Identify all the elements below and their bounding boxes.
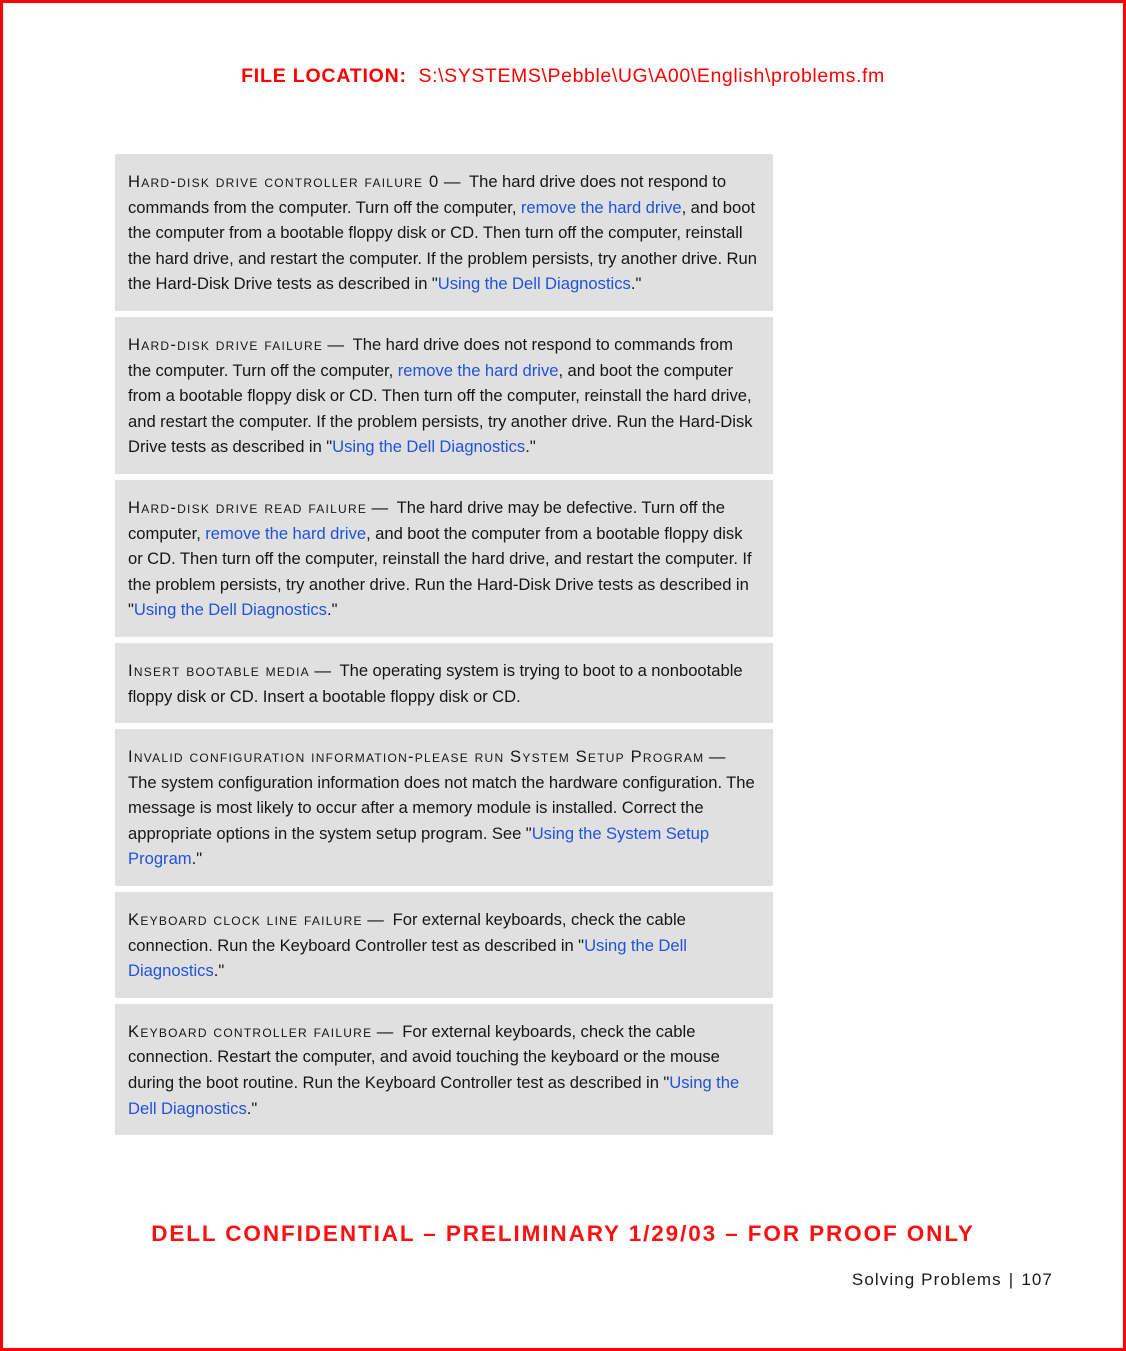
em-dash-separator: —	[443, 172, 461, 191]
error-message-term: Hard-disk drive read failure	[128, 497, 368, 517]
footer-page-number: 107	[1021, 1270, 1053, 1289]
error-message-block: Hard-disk drive read failure — The hard …	[115, 479, 773, 637]
footer-chapter-name: Solving Problems	[851, 1270, 1002, 1289]
cross-reference-link[interactable]: Using the Dell Diagnostics	[134, 600, 327, 619]
cross-reference-link[interactable]: remove the hard drive	[398, 361, 559, 380]
error-message-text: Hard-disk drive read failure — The hard …	[128, 495, 760, 623]
file-location-label: FILE LOCATION:	[241, 65, 407, 87]
message-body-text: ."	[326, 600, 338, 620]
cross-reference-link[interactable]: remove the hard drive	[521, 198, 682, 217]
file-location-header: FILE LOCATION: S:\SYSTEMS\Pebble\UG\A00\…	[3, 65, 1123, 88]
error-message-text: Invalid configuration information-please…	[128, 744, 760, 872]
error-message-term: Keyboard clock line failure	[128, 910, 363, 930]
error-message-list: Hard-disk drive controller failure 0 — T…	[115, 154, 773, 1141]
error-message-text: Hard-disk drive controller failure 0 — T…	[128, 169, 760, 297]
confidential-notice: DELL CONFIDENTIAL – PRELIMINARY 1/29/03 …	[151, 1221, 975, 1246]
file-location-path: S:\SYSTEMS\Pebble\UG\A00\English\problem…	[418, 65, 885, 87]
cross-reference-link[interactable]: remove the hard drive	[205, 524, 366, 543]
error-message-term: Invalid configuration information-please…	[128, 747, 705, 767]
footer-separator: |	[1008, 1270, 1015, 1289]
error-message-term: Keyboard controller failure	[128, 1021, 373, 1041]
em-dash-separator: —	[314, 660, 331, 680]
em-dash-separator: —	[327, 334, 345, 354]
error-message-term: Hard-disk drive failure	[128, 334, 324, 354]
error-message-text: Keyboard clock line failure — For extern…	[128, 907, 760, 984]
error-message-block: Keyboard clock line failure — For extern…	[115, 892, 773, 998]
error-message-text: Hard-disk drive failure — The hard drive…	[128, 332, 760, 460]
message-body-text: ."	[191, 849, 203, 869]
error-message-block: Invalid configuration information-please…	[115, 729, 773, 887]
error-message-block: Keyboard controller failure — For extern…	[115, 1003, 773, 1136]
error-message-text: Insert bootable media — The operating sy…	[128, 658, 760, 709]
document-page: FILE LOCATION: S:\SYSTEMS\Pebble\UG\A00\…	[0, 0, 1126, 1351]
em-dash-separator: —	[376, 1021, 394, 1041]
cross-reference-link[interactable]: Using the Dell Diagnostics	[438, 274, 631, 293]
message-body-text: ."	[246, 1098, 258, 1118]
error-message-block: Hard-disk drive controller failure 0 — T…	[115, 154, 773, 311]
em-dash-separator: —	[371, 497, 389, 517]
error-message-term: Hard-disk drive controller failure 0	[128, 172, 440, 191]
page-footer: Solving Problems | 107	[852, 1270, 1053, 1290]
message-body-text: ."	[213, 961, 225, 981]
em-dash-separator: —	[367, 910, 384, 930]
error-message-text: Keyboard controller failure — For extern…	[128, 1019, 760, 1121]
message-body-text: ."	[630, 274, 642, 294]
em-dash-separator: —	[708, 747, 726, 767]
error-message-block: Hard-disk drive failure — The hard drive…	[115, 316, 773, 474]
error-message-term: Insert bootable media	[128, 660, 310, 680]
error-message-block: Insert bootable media — The operating sy…	[115, 642, 773, 724]
cross-reference-link[interactable]: Using the Dell Diagnostics	[332, 437, 525, 456]
message-body-text: ."	[525, 437, 536, 457]
